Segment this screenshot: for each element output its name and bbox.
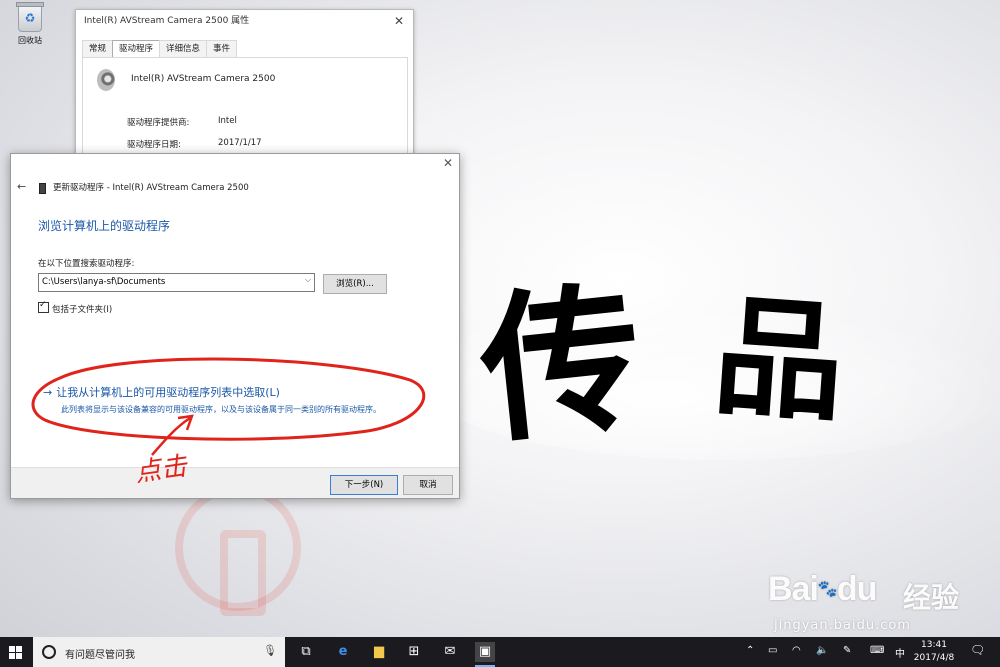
cancel-button[interactable]: 取消 [403, 475, 453, 495]
recycle-bin-label: 回收站 [18, 36, 42, 45]
taskbar: 有问题尽管问我 🎙 ⧉ e ▆ ⊞ ✉ ▣ ⌃ ▭ ◠ 🔈 ✎ ⌨ 中 13:4… [0, 637, 1000, 667]
baidu-jingyan-text: 经验 [903, 581, 960, 614]
clock-date: 2017/4/8 [913, 653, 955, 663]
checkbox-checked-icon[interactable] [38, 300, 49, 313]
keyboard-icon[interactable]: ⌨ [870, 645, 884, 656]
pick-from-list-link[interactable]: 让我从计算机上的可用驱动程序列表中选取(L) [56, 386, 280, 399]
recycle-bin-icon: ♻ [16, 2, 44, 32]
driver-path-input[interactable] [39, 274, 300, 289]
close-icon[interactable]: ✕ [443, 156, 453, 170]
pen-icon[interactable]: ✎ [843, 645, 851, 656]
baidu-jingyan-watermark: Bai🐾du 经验 jingyan.baidu.com [768, 560, 998, 635]
properties-title: Intel(R) AVStream Camera 2500 属性 [84, 16, 250, 26]
edge-browser-icon[interactable]: e [333, 642, 353, 662]
driver-provider-value: Intel [218, 116, 237, 126]
chevron-down-icon[interactable]: ⌵ [305, 275, 311, 285]
properties-title-bar: Intel(R) AVStream Camera 2500 属性 ✕ [76, 10, 413, 32]
next-button[interactable]: 下一步(N) [330, 475, 398, 495]
system-clock[interactable]: 13:41 2017/4/8 [912, 639, 956, 665]
dialog-header-text: 更新驱动程序 - Intel(R) AVStream Camera 2500 [53, 183, 249, 193]
baidu-url: jingyan.baidu.com [774, 618, 911, 633]
taskbar-search-placeholder: 有问题尽管问我 [65, 650, 135, 661]
recycle-bin[interactable]: ♻ 回收站 [8, 2, 52, 46]
windows-start-icon[interactable] [9, 646, 22, 659]
browse-button[interactable]: 浏览(R)... [323, 274, 387, 294]
task-view-icon[interactable]: ⧉ [296, 642, 316, 662]
pick-from-list-option[interactable]: → 让我从计算机上的可用驱动程序列表中选取(L) 此列表将显示与该设备兼容的可用驱… [43, 384, 403, 416]
include-subfolders-label: 包括子文件夹(I) [52, 305, 113, 315]
wifi-icon[interactable]: ◠ [792, 645, 801, 656]
back-arrow-icon[interactable]: ← [17, 180, 26, 193]
taskbar-search-box[interactable]: 有问题尽管问我 🎙 [33, 637, 285, 667]
device-chip-icon [39, 183, 46, 194]
device-properties-window: Intel(R) AVStream Camera 2500 属性 ✕ 常规 驱动… [75, 9, 414, 158]
close-icon[interactable]: ✕ [385, 10, 413, 32]
tab-general[interactable]: 常规 [82, 40, 114, 57]
microphone-icon[interactable]: 🎙 [263, 644, 277, 657]
file-explorer-icon[interactable]: ▆ [369, 642, 389, 662]
ime-indicator[interactable]: 中 [895, 645, 905, 660]
driver-path-combobox[interactable]: ⌵ [38, 273, 315, 292]
battery-icon[interactable]: ▭ [768, 645, 777, 656]
chevron-up-icon[interactable]: ⌃ [746, 645, 754, 656]
mail-icon[interactable]: ✉ [440, 642, 460, 662]
driver-provider-row: 驱动程序提供商: Intel [127, 116, 237, 128]
store-icon[interactable]: ⊞ [404, 642, 424, 662]
device-name: Intel(R) AVStream Camera 2500 [131, 74, 276, 84]
driver-date-value: 2017/1/17 [218, 138, 262, 148]
tab-details[interactable]: 详细信息 [159, 40, 208, 57]
dialog-header: ← 更新驱动程序 - Intel(R) AVStream Camera 2500 [11, 180, 459, 196]
driver-provider-label: 驱动程序提供商: [127, 118, 190, 128]
driver-date-label: 驱动程序日期: [127, 140, 181, 150]
include-subfolders-checkbox[interactable]: 包括子文件夹(I) [38, 300, 113, 315]
search-location-label: 在以下位置搜索驱动程序: [38, 259, 135, 269]
arrow-right-icon: → [43, 386, 53, 399]
volume-icon[interactable]: 🔈 [816, 645, 828, 656]
calligraphy-char-1: 传 [471, 262, 651, 466]
properties-tabs: 常规 驱动程序 详细信息 事件 [82, 40, 238, 59]
page-title: 浏览计算机上的驱动程序 [38, 219, 171, 233]
update-driver-dialog: ✕ ← 更新驱动程序 - Intel(R) AVStream Camera 25… [10, 153, 460, 499]
cortana-icon[interactable] [42, 645, 56, 659]
dialog-footer: 下一步(N) 取消 [11, 467, 459, 498]
pick-from-list-description: 此列表将显示与该设备兼容的可用驱动程序，以及与该设备属于同一类别的所有驱动程序。 [61, 405, 381, 414]
device-manager-icon[interactable]: ▣ [475, 642, 495, 667]
action-center-icon[interactable]: 🗨 [970, 643, 985, 657]
baidu-logo: Bai🐾du [768, 570, 877, 608]
clock-time: 13:41 [921, 640, 947, 650]
driver-tab-panel: Intel(R) AVStream Camera 2500 驱动程序提供商: I… [82, 57, 408, 158]
camera-device-icon [97, 69, 115, 91]
driver-date-row: 驱动程序日期: 2017/1/17 [127, 138, 262, 150]
tab-events[interactable]: 事件 [206, 40, 238, 57]
calligraphy-char-2: 品 [709, 278, 850, 441]
